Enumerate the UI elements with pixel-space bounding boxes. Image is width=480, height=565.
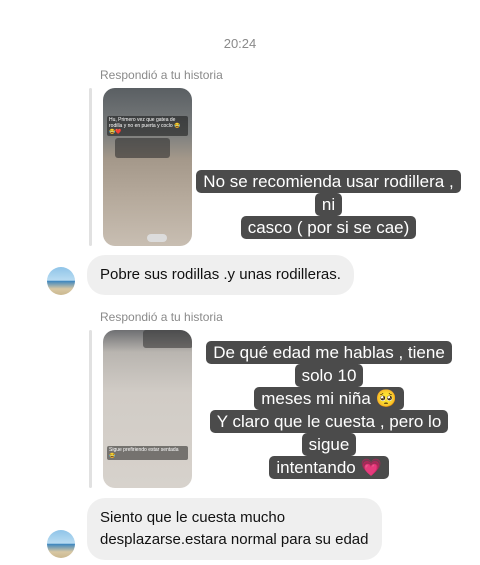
story-caption: Hu, Primero vez que gatea de rodilla y n… [107, 116, 188, 136]
message-line: desplazarse.estara normal para su edad [100, 531, 369, 548]
message-line: Siento que le cuesta mucho [100, 509, 286, 526]
story-image-furniture [143, 330, 192, 348]
overlay-line: casco ( por si se cae) [240, 216, 417, 239]
overlay-line: intentando 💗 [269, 456, 389, 479]
avatar[interactable] [47, 267, 75, 295]
overlay-line: De qué edad me hablas , tiene solo 10 [206, 341, 452, 387]
quote-bar [89, 88, 92, 246]
story-image-rug [147, 234, 167, 242]
replied-to-story-label: Respondió a tu historia [100, 68, 223, 82]
story-overlay-text: No se recomienda usar rodillera , ni cas… [191, 170, 466, 239]
overlay-line: No se recomienda usar rodillera , ni [196, 170, 461, 216]
message-bubble[interactable]: Pobre sus rodillas .y unas rodilleras. [87, 255, 354, 295]
avatar[interactable] [47, 530, 75, 558]
story-thumbnail[interactable]: Sigue prefiriendo estar sentada 😂 [103, 330, 192, 488]
timestamp: 20:24 [223, 36, 257, 51]
heart-emoji: 💗 [360, 458, 382, 477]
overlay-line-text: intentando [276, 458, 356, 477]
replied-to-story-label: Respondió a tu historia [100, 310, 223, 324]
story-thumbnail[interactable]: Hu, Primero vez que gatea de rodilla y n… [103, 88, 192, 246]
quote-bar [89, 330, 92, 488]
overlay-line: Y claro que le cuesta , pero lo sigue [209, 410, 449, 456]
overlay-line: meses mi niña 🥺 [254, 387, 404, 410]
message-bubble[interactable]: Siento que le cuesta mucho desplazarse.e… [87, 498, 382, 560]
story-image-table [115, 138, 170, 158]
story-overlay-text: De qué edad me hablas , tiene solo 10 me… [192, 341, 466, 479]
story-caption: Sigue prefiriendo estar sentada 😂 [107, 446, 188, 460]
